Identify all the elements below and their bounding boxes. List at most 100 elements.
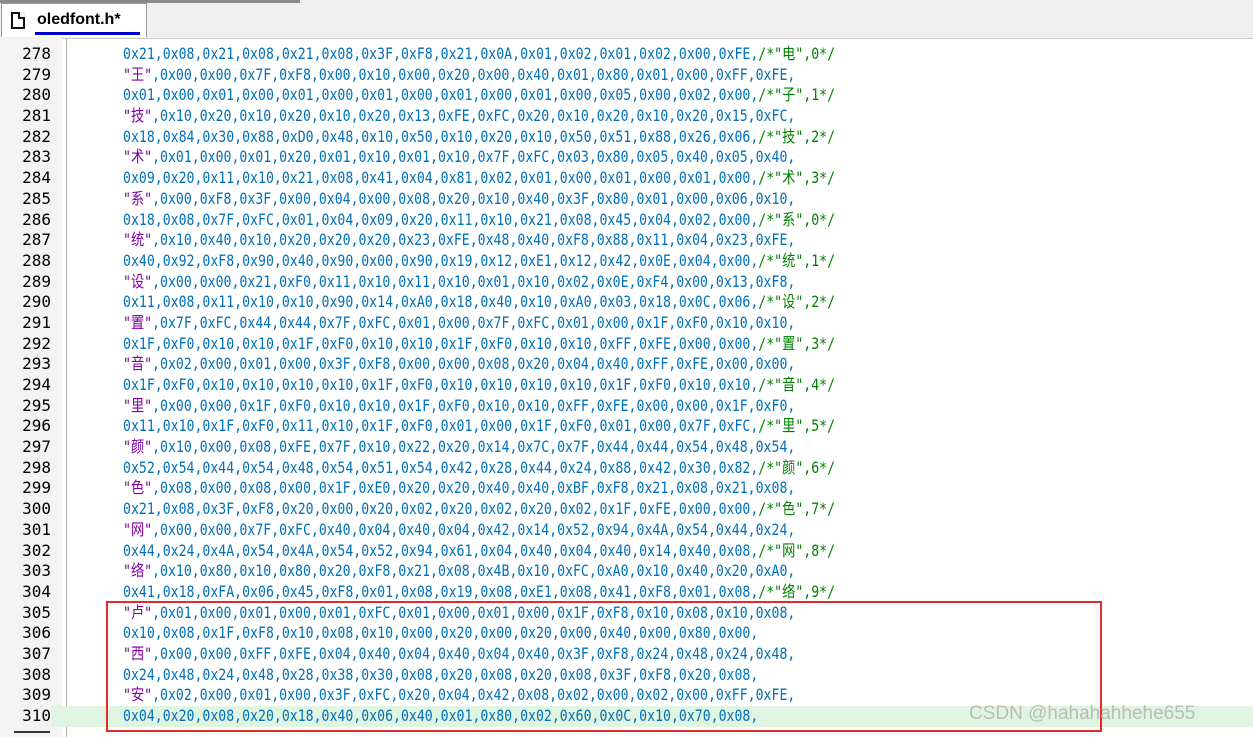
code-comment: /*"颜",6*/ xyxy=(758,457,836,477)
hex-values: 0x41,0x18,0xFA,0x06,0x45,0xF8,0x01,0x08,… xyxy=(123,581,759,601)
code-line[interactable]: 280 0x01,0x00,0x01,0x00,0x01,0x00,0x01,0x… xyxy=(0,85,1253,106)
line-number: 303 xyxy=(22,561,51,581)
code-text: "统",0x10,0x40,0x10,0x20,0x20,0x20,0x23,0… xyxy=(123,230,795,251)
line-number: 286 xyxy=(22,209,51,229)
line-number: 300 xyxy=(22,499,51,519)
hex-values: ,0x00,0x00,0xFF,0xFE,0x04,0x40,0x04,0x40… xyxy=(152,643,796,663)
code-line[interactable]: 288 0x40,0x92,0xF8,0x90,0x40,0x90,0x00,0x… xyxy=(0,251,1253,272)
file-icon xyxy=(11,12,25,29)
code-line[interactable]: 279 "王",0x00,0x00,0x7F,0xF8,0x00,0x10,0x0… xyxy=(0,65,1253,86)
code-line[interactable]: 287 "统",0x10,0x40,0x10,0x20,0x20,0x20,0x2… xyxy=(0,230,1253,251)
char-string-literal: "统" xyxy=(123,230,153,250)
code-text: "音",0x02,0x00,0x01,0x00,0x3F,0xF8,0x00,0… xyxy=(123,354,795,375)
code-line[interactable]: 297 "颜",0x10,0x00,0x08,0xFE,0x7F,0x10,0x2… xyxy=(0,437,1253,458)
tab-oledfont-h[interactable]: oledfont.h* xyxy=(1,3,147,37)
code-line[interactable]: 298 0x52,0x54,0x44,0x54,0x48,0x54,0x51,0x… xyxy=(0,458,1253,479)
hex-values: 0x1F,0xF0,0x10,0x10,0x1F,0xF0,0x10,0x10,… xyxy=(123,333,759,353)
code-line[interactable]: 306 0x10,0x08,0x1F,0xF8,0x10,0x08,0x10,0x… xyxy=(0,623,1253,644)
code-text: "术",0x01,0x00,0x01,0x20,0x01,0x10,0x01,0… xyxy=(123,147,795,168)
code-editor[interactable]: 278 0x21,0x08,0x21,0x08,0x21,0x08,0x3F,0x… xyxy=(0,44,1253,727)
hex-values: ,0x00,0x00,0x21,0xF0,0x11,0x10,0x11,0x10… xyxy=(152,271,796,291)
line-number: 287 xyxy=(22,230,51,250)
code-text: 0x10,0x08,0x1F,0xF8,0x10,0x08,0x10,0x00,… xyxy=(123,623,758,644)
code-text: "王",0x00,0x00,0x7F,0xF8,0x00,0x10,0x00,0… xyxy=(123,65,795,86)
code-line[interactable]: 283 "术",0x01,0x00,0x01,0x20,0x01,0x10,0x0… xyxy=(0,147,1253,168)
code-line[interactable]: 290 0x11,0x08,0x11,0x10,0x10,0x90,0x14,0x… xyxy=(0,292,1253,313)
code-line[interactable]: 303 "络",0x10,0x80,0x10,0x80,0x20,0xF8,0x2… xyxy=(0,561,1253,582)
code-line[interactable]: 296 0x11,0x10,0x1F,0xF0,0x11,0x10,0x1F,0x… xyxy=(0,416,1253,437)
code-line[interactable]: 304 0x41,0x18,0xFA,0x06,0x45,0xF8,0x01,0x… xyxy=(0,582,1253,603)
code-line[interactable]: 294 0x1F,0xF0,0x10,0x10,0x10,0x10,0x1F,0x… xyxy=(0,375,1253,396)
char-string-literal: "设" xyxy=(123,271,153,291)
line-number: 290 xyxy=(22,292,51,312)
code-comment: /*"络",9*/ xyxy=(758,581,836,601)
code-line[interactable]: 291 "置",0x7F,0xFC,0x44,0x44,0x7F,0xFC,0x0… xyxy=(0,313,1253,334)
line-number: 301 xyxy=(22,519,51,539)
code-line[interactable]: 300 0x21,0x08,0x3F,0xF8,0x20,0x00,0x20,0x… xyxy=(0,499,1253,520)
hex-values: ,0x02,0x00,0x01,0x00,0x3F,0xFC,0x20,0x04… xyxy=(152,685,796,705)
hex-values: 0x10,0x08,0x1F,0xF8,0x10,0x08,0x10,0x00,… xyxy=(123,623,759,643)
line-number: 296 xyxy=(22,416,51,436)
line-number: 298 xyxy=(22,457,51,477)
line-number: 309 xyxy=(22,685,51,705)
code-line[interactable]: 305 "卢",0x01,0x00,0x01,0x00,0x01,0xFC,0x0… xyxy=(0,603,1253,624)
line-number: 293 xyxy=(22,354,51,374)
code-line[interactable]: 278 0x21,0x08,0x21,0x08,0x21,0x08,0x3F,0x… xyxy=(0,44,1253,65)
hex-values: ,0x10,0x40,0x10,0x20,0x20,0x20,0x23,0xFE… xyxy=(152,230,796,250)
code-comment: /*"电",0*/ xyxy=(758,44,836,63)
code-line[interactable]: 289 "设",0x00,0x00,0x21,0xF0,0x11,0x10,0x1… xyxy=(0,272,1253,293)
hex-values: 0x18,0x08,0x7F,0xFC,0x01,0x04,0x09,0x20,… xyxy=(123,209,759,229)
char-string-literal: "置" xyxy=(123,312,153,332)
code-line[interactable]: 307 "西",0x00,0x00,0xFF,0xFE,0x04,0x40,0x0… xyxy=(0,644,1253,665)
code-text: 0x09,0x20,0x11,0x10,0x21,0x08,0x41,0x04,… xyxy=(123,168,835,189)
code-text: 0x11,0x08,0x11,0x10,0x10,0x90,0x14,0xA0,… xyxy=(123,292,835,313)
hex-values: 0x21,0x08,0x21,0x08,0x21,0x08,0x3F,0xF8,… xyxy=(123,44,759,63)
code-line[interactable]: 301 "网",0x00,0x00,0x7F,0xFC,0x40,0x04,0x4… xyxy=(0,520,1253,541)
char-string-literal: "安" xyxy=(123,685,153,705)
code-line[interactable]: 299 "色",0x08,0x00,0x08,0x00,0x1F,0xE0,0x2… xyxy=(0,478,1253,499)
code-line[interactable]: 281 "技",0x10,0x20,0x10,0x20,0x10,0x20,0x1… xyxy=(0,106,1253,127)
code-comment: /*"置",3*/ xyxy=(758,333,836,353)
char-string-literal: "音" xyxy=(123,354,153,374)
hex-values: 0x24,0x48,0x24,0x48,0x28,0x38,0x30,0x08,… xyxy=(123,664,759,684)
line-number: 289 xyxy=(22,271,51,291)
line-number: 282 xyxy=(22,126,51,146)
hex-values: ,0x7F,0xFC,0x44,0x44,0x7F,0xFC,0x01,0x00… xyxy=(152,312,796,332)
code-line[interactable]: 282 0x18,0x84,0x30,0x88,0xD0,0x48,0x10,0x… xyxy=(0,127,1253,148)
line-number: 283 xyxy=(22,147,51,167)
hex-values: 0x04,0x20,0x08,0x20,0x18,0x40,0x06,0x40,… xyxy=(123,706,759,725)
code-line[interactable]: 308 0x24,0x48,0x24,0x48,0x28,0x38,0x30,0x… xyxy=(0,665,1253,686)
code-comment: /*"术",3*/ xyxy=(758,168,836,188)
char-string-literal: "络" xyxy=(123,561,153,581)
char-string-literal: "技" xyxy=(123,106,153,126)
code-text: "置",0x7F,0xFC,0x44,0x44,0x7F,0xFC,0x01,0… xyxy=(123,313,795,334)
code-text: "西",0x00,0x00,0xFF,0xFE,0x04,0x40,0x04,0… xyxy=(123,644,795,665)
code-line[interactable]: 295 "里",0x00,0x00,0x1F,0xF0,0x10,0x10,0x1… xyxy=(0,396,1253,417)
line-number: 310 xyxy=(0,706,51,727)
code-text: 0x41,0x18,0xFA,0x06,0x45,0xF8,0x01,0x08,… xyxy=(123,582,835,603)
code-text: 0x21,0x08,0x21,0x08,0x21,0x08,0x3F,0xF8,… xyxy=(123,44,835,65)
code-line[interactable]: 302 0x44,0x24,0x4A,0x54,0x4A,0x54,0x52,0x… xyxy=(0,541,1253,562)
code-line[interactable]: 285 "系",0x00,0xF8,0x3F,0x00,0x04,0x00,0x0… xyxy=(0,189,1253,210)
line-number: 285 xyxy=(22,188,51,208)
code-comment: /*"统",1*/ xyxy=(758,250,836,270)
hex-values: 0x1F,0xF0,0x10,0x10,0x10,0x10,0x1F,0xF0,… xyxy=(123,375,759,394)
code-text: 0x21,0x08,0x3F,0xF8,0x20,0x00,0x20,0x02,… xyxy=(123,499,835,520)
code-line[interactable]: 293 "音",0x02,0x00,0x01,0x00,0x3F,0xF8,0x0… xyxy=(0,354,1253,375)
line-number: 294 xyxy=(22,375,51,394)
line-number: 295 xyxy=(22,395,51,415)
code-line[interactable]: 284 0x09,0x20,0x11,0x10,0x21,0x08,0x41,0x… xyxy=(0,168,1253,189)
hex-values: 0x40,0x92,0xF8,0x90,0x40,0x90,0x00,0x90,… xyxy=(123,250,759,270)
active-tab-underline xyxy=(35,32,140,35)
hex-values: 0x11,0x08,0x11,0x10,0x10,0x90,0x14,0xA0,… xyxy=(123,292,759,312)
hex-values: ,0x00,0x00,0x1F,0xF0,0x10,0x10,0x1F,0xF0… xyxy=(152,395,796,415)
code-line[interactable]: 286 0x18,0x08,0x7F,0xFC,0x01,0x04,0x09,0x… xyxy=(0,210,1253,231)
line-number: 278 xyxy=(22,44,51,63)
line-number: 280 xyxy=(22,85,51,105)
code-comment: /*"音",4*/ xyxy=(758,375,836,394)
hex-values: ,0x10,0x80,0x10,0x80,0x20,0xF8,0x21,0x08… xyxy=(152,561,796,581)
code-text: "系",0x00,0xF8,0x3F,0x00,0x04,0x00,0x08,0… xyxy=(123,189,795,210)
line-number: 288 xyxy=(22,250,51,270)
code-line[interactable]: 292 0x1F,0xF0,0x10,0x10,0x1F,0xF0,0x10,0x… xyxy=(0,334,1253,355)
line-number: 284 xyxy=(22,168,51,188)
